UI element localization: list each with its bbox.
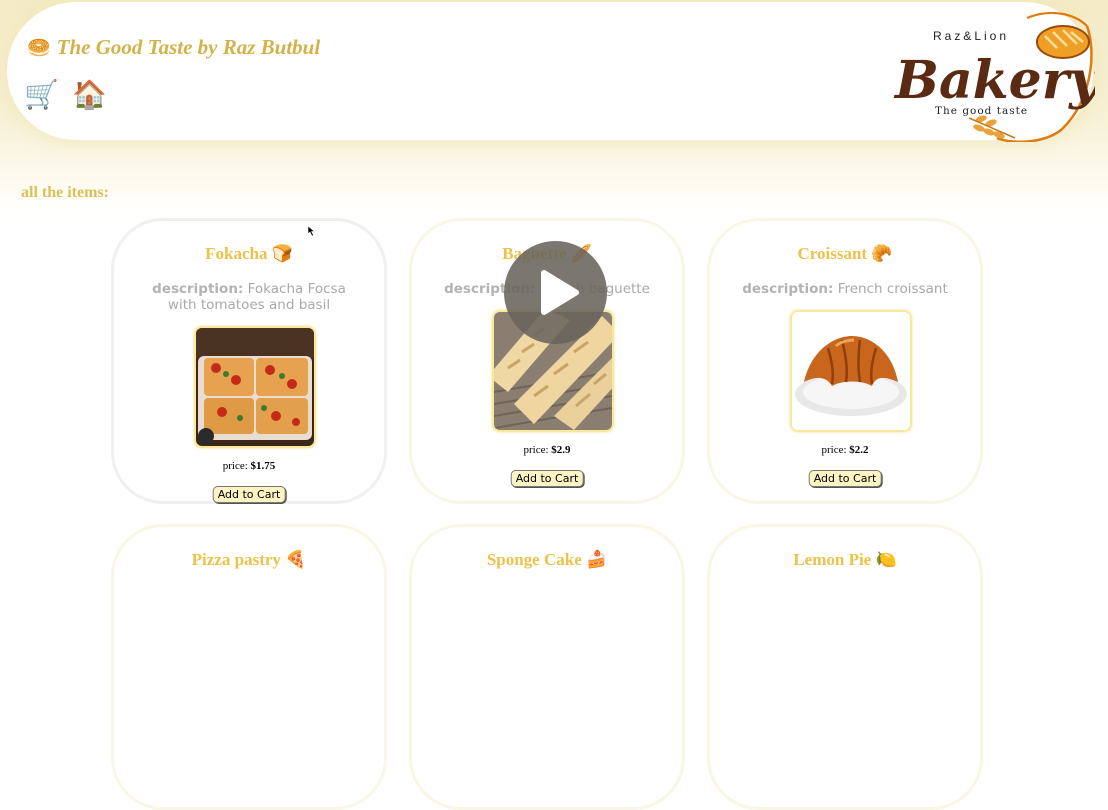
product-card: Lemon Pie 🍋 — [707, 524, 983, 810]
description-label: description: — [742, 281, 834, 297]
price-value: $2.2 — [849, 444, 869, 456]
fokacha-image — [194, 326, 316, 448]
add-to-cart-button[interactable]: Add to Cart — [808, 470, 882, 487]
price-label: price: — [222, 460, 248, 472]
product-description: description: French croissant — [732, 281, 958, 297]
product-description: description: Fokacha Focsa with tomatoes… — [136, 281, 362, 313]
product-card: Sponge Cake 🍰 — [409, 524, 685, 810]
play-icon — [541, 270, 579, 315]
mouse-cursor-icon — [308, 226, 316, 236]
product-price: price: $2.9 — [412, 444, 682, 456]
description-label: description: — [152, 281, 244, 297]
add-to-cart-button[interactable]: Add to Cart — [510, 470, 584, 487]
add-to-cart-button[interactable]: Add to Cart — [212, 486, 286, 503]
play-button[interactable] — [504, 241, 607, 344]
price-value: $2.9 — [551, 444, 571, 456]
product-price: price: $2.2 — [710, 444, 980, 456]
bagel-icon: 🥯 — [27, 38, 51, 59]
price-label: price: — [821, 444, 847, 456]
price-label: price: — [523, 444, 549, 456]
product-card: Croissant 🥐 description: French croissan… — [707, 218, 983, 504]
logo-top-text: Raz&Lion — [933, 29, 1009, 43]
section-title: all the items: — [21, 184, 109, 201]
description-text: French croissant — [837, 281, 948, 297]
site-title-text: The Good Taste by Raz Butbul — [56, 35, 321, 59]
logo-tagline: The good taste — [935, 105, 1028, 117]
product-name: Pizza pastry 🍕 — [191, 550, 307, 569]
bakery-logo: Raz&Lion Bakery The good taste — [893, 11, 1095, 142]
croissant-image — [790, 310, 912, 432]
product-name: Sponge Cake 🍰 — [486, 550, 608, 569]
product-card: Fokacha 🍞 description: Fokacha Focsa wit… — [111, 218, 387, 504]
product-price: price: $1.75 — [114, 460, 384, 472]
product-card: Pizza pastry 🍕 — [111, 524, 387, 810]
price-value: $1.75 — [250, 460, 276, 472]
cart-icon[interactable]: 🛒 — [24, 80, 59, 112]
home-icon[interactable]: 🏠 — [72, 80, 107, 112]
product-name: Lemon Pie 🍋 — [793, 550, 897, 569]
wheat-icon — [968, 115, 1016, 139]
product-name: Croissant 🥐 — [797, 244, 893, 263]
site-title: 🥯 The Good Taste by Raz Butbul — [27, 35, 320, 60]
product-name: Fokacha 🍞 — [205, 244, 293, 263]
site-header: 🥯 The Good Taste by Raz Butbul 🛒 🏠 Raz&Li… — [7, 2, 1095, 142]
logo-main-text: Bakery — [893, 50, 1095, 111]
